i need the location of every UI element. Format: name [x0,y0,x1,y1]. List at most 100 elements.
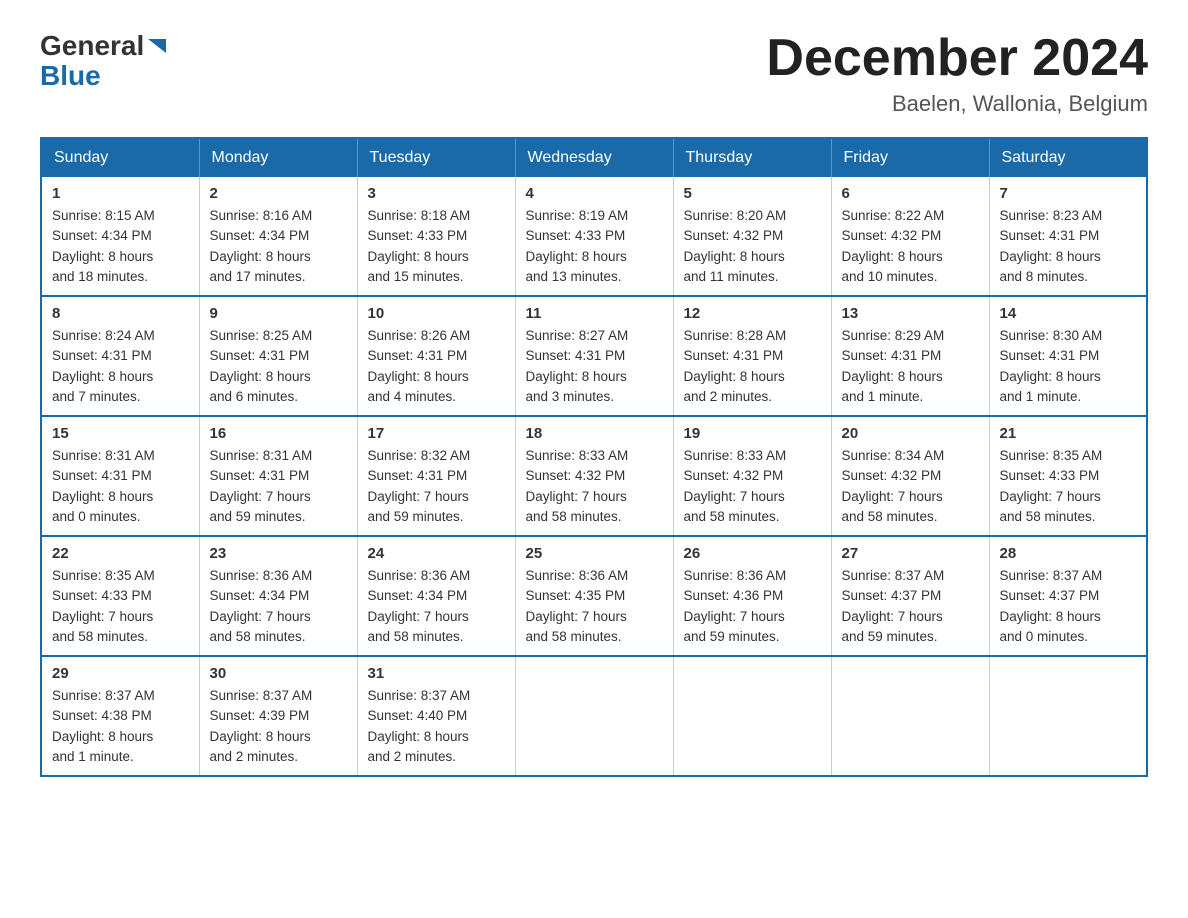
calendar-day-cell: 16 Sunrise: 8:31 AM Sunset: 4:31 PM Dayl… [199,416,357,536]
day-number: 8 [52,305,189,322]
calendar-day-cell: 12 Sunrise: 8:28 AM Sunset: 4:31 PM Dayl… [673,296,831,416]
calendar-day-cell: 11 Sunrise: 8:27 AM Sunset: 4:31 PM Dayl… [515,296,673,416]
day-number: 29 [52,665,189,682]
weekday-header-tuesday: Tuesday [357,138,515,177]
day-number: 16 [210,425,347,442]
day-info: Sunrise: 8:30 AM Sunset: 4:31 PM Dayligh… [1000,326,1137,407]
calendar-day-cell: 2 Sunrise: 8:16 AM Sunset: 4:34 PM Dayli… [199,177,357,296]
calendar-day-cell: 13 Sunrise: 8:29 AM Sunset: 4:31 PM Dayl… [831,296,989,416]
day-number: 1 [52,185,189,202]
calendar-day-cell: 29 Sunrise: 8:37 AM Sunset: 4:38 PM Dayl… [41,656,199,776]
location: Baelen, Wallonia, Belgium [766,91,1148,117]
day-number: 22 [52,545,189,562]
weekday-header-wednesday: Wednesday [515,138,673,177]
day-info: Sunrise: 8:29 AM Sunset: 4:31 PM Dayligh… [842,326,979,407]
day-info: Sunrise: 8:31 AM Sunset: 4:31 PM Dayligh… [210,446,347,527]
day-info: Sunrise: 8:37 AM Sunset: 4:38 PM Dayligh… [52,686,189,767]
day-info: Sunrise: 8:26 AM Sunset: 4:31 PM Dayligh… [368,326,505,407]
weekday-header-thursday: Thursday [673,138,831,177]
day-info: Sunrise: 8:37 AM Sunset: 4:40 PM Dayligh… [368,686,505,767]
calendar-day-cell: 25 Sunrise: 8:36 AM Sunset: 4:35 PM Dayl… [515,536,673,656]
day-info: Sunrise: 8:34 AM Sunset: 4:32 PM Dayligh… [842,446,979,527]
logo-blue-text: Blue [40,60,101,92]
calendar-day-cell: 22 Sunrise: 8:35 AM Sunset: 4:33 PM Dayl… [41,536,199,656]
calendar-day-cell: 3 Sunrise: 8:18 AM Sunset: 4:33 PM Dayli… [357,177,515,296]
day-number: 31 [368,665,505,682]
calendar-day-cell: 24 Sunrise: 8:36 AM Sunset: 4:34 PM Dayl… [357,536,515,656]
logo: General Blue [40,30,168,92]
day-info: Sunrise: 8:31 AM Sunset: 4:31 PM Dayligh… [52,446,189,527]
day-info: Sunrise: 8:24 AM Sunset: 4:31 PM Dayligh… [52,326,189,407]
calendar-week-row: 22 Sunrise: 8:35 AM Sunset: 4:33 PM Dayl… [41,536,1147,656]
month-title: December 2024 [766,30,1148,87]
calendar-day-cell: 4 Sunrise: 8:19 AM Sunset: 4:33 PM Dayli… [515,177,673,296]
day-info: Sunrise: 8:36 AM Sunset: 4:36 PM Dayligh… [684,566,821,647]
calendar-day-cell [515,656,673,776]
day-info: Sunrise: 8:37 AM Sunset: 4:37 PM Dayligh… [842,566,979,647]
day-info: Sunrise: 8:23 AM Sunset: 4:31 PM Dayligh… [1000,206,1137,287]
weekday-header-monday: Monday [199,138,357,177]
calendar-day-cell [989,656,1147,776]
day-number: 21 [1000,425,1137,442]
day-number: 13 [842,305,979,322]
weekday-header-friday: Friday [831,138,989,177]
day-info: Sunrise: 8:20 AM Sunset: 4:32 PM Dayligh… [684,206,821,287]
calendar-day-cell: 23 Sunrise: 8:36 AM Sunset: 4:34 PM Dayl… [199,536,357,656]
day-number: 11 [526,305,663,322]
day-number: 12 [684,305,821,322]
day-number: 30 [210,665,347,682]
day-number: 3 [368,185,505,202]
day-number: 2 [210,185,347,202]
weekday-header-sunday: Sunday [41,138,199,177]
calendar-day-cell: 20 Sunrise: 8:34 AM Sunset: 4:32 PM Dayl… [831,416,989,536]
calendar-day-cell: 7 Sunrise: 8:23 AM Sunset: 4:31 PM Dayli… [989,177,1147,296]
day-number: 18 [526,425,663,442]
day-info: Sunrise: 8:35 AM Sunset: 4:33 PM Dayligh… [52,566,189,647]
calendar-day-cell: 8 Sunrise: 8:24 AM Sunset: 4:31 PM Dayli… [41,296,199,416]
calendar-day-cell: 17 Sunrise: 8:32 AM Sunset: 4:31 PM Dayl… [357,416,515,536]
day-number: 20 [842,425,979,442]
calendar-week-row: 29 Sunrise: 8:37 AM Sunset: 4:38 PM Dayl… [41,656,1147,776]
calendar-day-cell: 21 Sunrise: 8:35 AM Sunset: 4:33 PM Dayl… [989,416,1147,536]
day-number: 17 [368,425,505,442]
weekday-header-saturday: Saturday [989,138,1147,177]
day-number: 10 [368,305,505,322]
calendar-day-cell: 18 Sunrise: 8:33 AM Sunset: 4:32 PM Dayl… [515,416,673,536]
day-number: 25 [526,545,663,562]
day-number: 6 [842,185,979,202]
day-info: Sunrise: 8:37 AM Sunset: 4:39 PM Dayligh… [210,686,347,767]
day-number: 7 [1000,185,1137,202]
day-info: Sunrise: 8:22 AM Sunset: 4:32 PM Dayligh… [842,206,979,287]
day-info: Sunrise: 8:18 AM Sunset: 4:33 PM Dayligh… [368,206,505,287]
calendar-week-row: 1 Sunrise: 8:15 AM Sunset: 4:34 PM Dayli… [41,177,1147,296]
day-number: 9 [210,305,347,322]
calendar-day-cell: 14 Sunrise: 8:30 AM Sunset: 4:31 PM Dayl… [989,296,1147,416]
calendar-week-row: 15 Sunrise: 8:31 AM Sunset: 4:31 PM Dayl… [41,416,1147,536]
logo-triangle-icon [146,35,168,57]
calendar-day-cell [831,656,989,776]
calendar-day-cell: 31 Sunrise: 8:37 AM Sunset: 4:40 PM Dayl… [357,656,515,776]
calendar-day-cell: 26 Sunrise: 8:36 AM Sunset: 4:36 PM Dayl… [673,536,831,656]
day-info: Sunrise: 8:36 AM Sunset: 4:34 PM Dayligh… [368,566,505,647]
day-info: Sunrise: 8:19 AM Sunset: 4:33 PM Dayligh… [526,206,663,287]
calendar-day-cell: 27 Sunrise: 8:37 AM Sunset: 4:37 PM Dayl… [831,536,989,656]
calendar-day-cell: 15 Sunrise: 8:31 AM Sunset: 4:31 PM Dayl… [41,416,199,536]
day-number: 14 [1000,305,1137,322]
day-number: 24 [368,545,505,562]
day-info: Sunrise: 8:32 AM Sunset: 4:31 PM Dayligh… [368,446,505,527]
title-section: December 2024 Baelen, Wallonia, Belgium [766,30,1148,117]
weekday-header-row: SundayMondayTuesdayWednesdayThursdayFrid… [41,138,1147,177]
calendar-day-cell: 30 Sunrise: 8:37 AM Sunset: 4:39 PM Dayl… [199,656,357,776]
day-info: Sunrise: 8:36 AM Sunset: 4:34 PM Dayligh… [210,566,347,647]
calendar-day-cell: 9 Sunrise: 8:25 AM Sunset: 4:31 PM Dayli… [199,296,357,416]
day-info: Sunrise: 8:37 AM Sunset: 4:37 PM Dayligh… [1000,566,1137,647]
calendar-day-cell [673,656,831,776]
day-number: 27 [842,545,979,562]
day-info: Sunrise: 8:16 AM Sunset: 4:34 PM Dayligh… [210,206,347,287]
day-info: Sunrise: 8:36 AM Sunset: 4:35 PM Dayligh… [526,566,663,647]
calendar-day-cell: 19 Sunrise: 8:33 AM Sunset: 4:32 PM Dayl… [673,416,831,536]
day-info: Sunrise: 8:15 AM Sunset: 4:34 PM Dayligh… [52,206,189,287]
calendar-week-row: 8 Sunrise: 8:24 AM Sunset: 4:31 PM Dayli… [41,296,1147,416]
day-number: 4 [526,185,663,202]
calendar-day-cell: 28 Sunrise: 8:37 AM Sunset: 4:37 PM Dayl… [989,536,1147,656]
